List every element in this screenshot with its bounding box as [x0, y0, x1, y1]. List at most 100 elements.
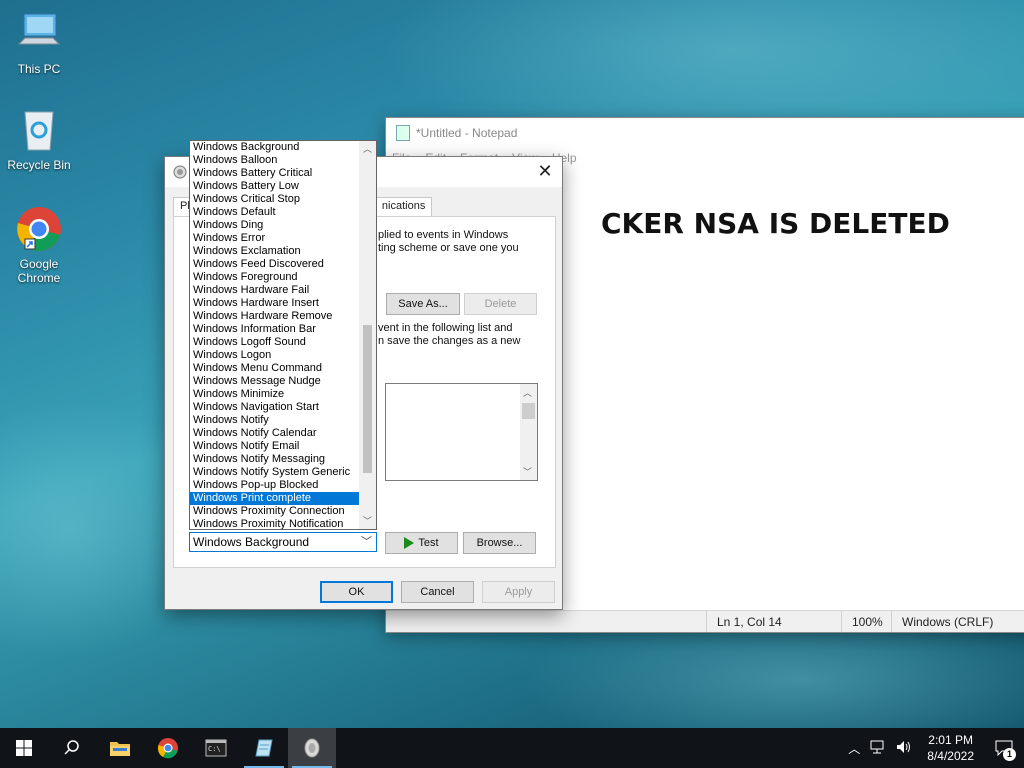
- scroll-down-icon[interactable]: ﹀: [359, 514, 376, 528]
- desktop-icon-label: Recycle Bin: [7, 158, 71, 172]
- dropdown-item[interactable]: Windows Default: [190, 206, 360, 219]
- clock-date: 8/4/2022: [927, 749, 974, 763]
- dropdown-item[interactable]: Windows Logoff Sound: [190, 336, 360, 349]
- dropdown-item[interactable]: Windows Notify Email: [190, 440, 360, 453]
- network-icon[interactable]: [865, 740, 891, 757]
- search-icon: [64, 740, 79, 755]
- svg-text:C:\: C:\: [208, 745, 221, 753]
- dropdown-item[interactable]: Windows Notify: [190, 414, 360, 427]
- notepad-icon: [255, 739, 273, 757]
- apply-button[interactable]: Apply: [482, 581, 555, 603]
- windows-logo-icon: [16, 740, 32, 756]
- play-icon: [404, 537, 415, 549]
- desktop-icon-label: This PC: [17, 62, 61, 76]
- test-button[interactable]: Test: [385, 532, 458, 554]
- chevron-up-icon[interactable]: ︿: [843, 740, 865, 757]
- recycle-bin-icon: [15, 106, 63, 154]
- sounds-dropdown-list[interactable]: Windows Background Windows Balloon Windows…: [189, 140, 377, 530]
- dropdown-item[interactable]: Windows Ding: [190, 219, 360, 232]
- status-zoom: 100%: [841, 611, 891, 632]
- cancel-button[interactable]: Cancel: [401, 581, 474, 603]
- dropdown-item[interactable]: Windows Error: [190, 232, 360, 245]
- program-events-list[interactable]: ︿ ﹀: [385, 383, 538, 481]
- save-as-button[interactable]: Save As...: [386, 293, 460, 315]
- taskbar-sound[interactable]: [288, 728, 336, 768]
- dropdown-item[interactable]: Windows Feed Discovered: [190, 258, 360, 271]
- scheme-description: plied to events in Windows ting scheme o…: [378, 229, 519, 254]
- dropdown-item[interactable]: Windows Background: [190, 141, 360, 154]
- search-button[interactable]: [48, 728, 96, 768]
- events-scrollbar[interactable]: ︿ ﹀: [520, 384, 537, 480]
- taskbar-terminal[interactable]: C:\: [192, 728, 240, 768]
- close-icon[interactable]: ✕: [534, 161, 556, 183]
- dropdown-item[interactable]: Windows Notify Calendar: [190, 427, 360, 440]
- notification-badge: 1: [1003, 748, 1016, 761]
- dropdown-item[interactable]: Windows Hardware Fail: [190, 284, 360, 297]
- scroll-up-icon[interactable]: ︿: [523, 386, 532, 399]
- speaker-icon: [304, 738, 320, 758]
- dropdown-item[interactable]: Windows Battery Low: [190, 180, 360, 193]
- dropdown-item[interactable]: Windows Hardware Insert: [190, 297, 360, 310]
- sounds-combobox[interactable]: Windows Background ﹀: [189, 532, 377, 552]
- action-center-button[interactable]: 1: [984, 728, 1024, 768]
- chrome-icon: [157, 738, 178, 759]
- dropdown-item[interactable]: Windows Proximity Notification: [190, 518, 360, 529]
- dropdown-item[interactable]: Windows Notify Messaging: [190, 453, 360, 466]
- folder-icon: [110, 742, 130, 756]
- dropdown-item[interactable]: Windows Navigation Start: [190, 401, 360, 414]
- dropdown-item[interactable]: Windows Information Bar: [190, 323, 360, 336]
- desktop-icon-chrome[interactable]: Google Chrome: [1, 205, 77, 285]
- status-line-ending: Windows (CRLF): [891, 611, 1011, 632]
- dropdown-item[interactable]: Windows Notify System Generic: [190, 466, 360, 479]
- system-tray: ︿ 2:01 PM 8/4/2022 1: [843, 728, 1024, 768]
- notepad-content: CKER NSA IS DELETED: [601, 207, 950, 240]
- taskbar-file-explorer[interactable]: [96, 728, 144, 768]
- browse-button[interactable]: Browse...: [463, 532, 536, 554]
- combo-value: Windows Background: [193, 535, 310, 549]
- status-position: Ln 1, Col 14: [706, 611, 841, 632]
- ok-button[interactable]: OK: [320, 581, 393, 603]
- notepad-statusbar: Ln 1, Col 14 100% Windows (CRLF): [386, 610, 1024, 632]
- delete-button[interactable]: Delete: [464, 293, 537, 315]
- dropdown-scrollbar[interactable]: ︿ ﹀: [359, 141, 376, 529]
- desktop-icon-label: Google Chrome: [17, 257, 61, 285]
- dropdown-item[interactable]: Windows Battery Critical: [190, 167, 360, 180]
- clock-time: 2:01 PM: [928, 733, 973, 747]
- events-description: vent in the following list and n save th…: [378, 322, 521, 347]
- dropdown-item[interactable]: Windows Exclamation: [190, 245, 360, 258]
- dropdown-item[interactable]: Windows Proximity Connection: [190, 505, 360, 518]
- chrome-icon: [15, 205, 63, 253]
- dropdown-item[interactable]: Windows Balloon: [190, 154, 360, 167]
- desktop-icon-this-pc[interactable]: This PC: [1, 10, 77, 76]
- start-button[interactable]: [0, 728, 48, 768]
- terminal-icon: C:\: [205, 739, 227, 757]
- dropdown-item[interactable]: Windows Logon: [190, 349, 360, 362]
- notepad-icon: [396, 125, 410, 141]
- scroll-up-icon[interactable]: ︿: [359, 142, 376, 156]
- taskbar-notepad[interactable]: [240, 728, 288, 768]
- taskbar: C:\ ︿ 2:01 PM 8/4/2022 1: [0, 728, 1024, 768]
- notepad-titlebar[interactable]: *Untitled - Notepad: [386, 118, 1024, 148]
- dropdown-item[interactable]: Windows Critical Stop: [190, 193, 360, 206]
- notepad-title: *Untitled - Notepad: [416, 126, 518, 140]
- dropdown-item[interactable]: Windows Pop-up Blocked: [190, 479, 360, 492]
- dropdown-item[interactable]: Windows Minimize: [190, 388, 360, 401]
- dropdown-item[interactable]: Windows Print complete: [190, 492, 360, 505]
- test-label: Test: [418, 537, 439, 549]
- computer-icon: [15, 10, 63, 58]
- taskbar-chrome[interactable]: [144, 728, 192, 768]
- tab-communications[interactable]: nications: [374, 197, 433, 217]
- events-scroll-thumb[interactable]: [522, 403, 535, 419]
- dropdown-item[interactable]: Windows Message Nudge: [190, 375, 360, 388]
- clock[interactable]: 2:01 PM 8/4/2022: [917, 732, 984, 764]
- volume-icon[interactable]: [891, 740, 917, 757]
- dropdown-item[interactable]: Windows Foreground: [190, 271, 360, 284]
- desktop-icon-recycle-bin[interactable]: Recycle Bin: [1, 106, 77, 172]
- speaker-icon: [173, 165, 187, 179]
- scroll-down-icon[interactable]: ﹀: [523, 465, 532, 478]
- dropdown-scroll-thumb[interactable]: [363, 325, 372, 473]
- chevron-down-icon: ﹀: [361, 536, 372, 548]
- dropdown-item[interactable]: Windows Hardware Remove: [190, 310, 360, 323]
- dropdown-item[interactable]: Windows Menu Command: [190, 362, 360, 375]
- dropdown-items: Windows Background Windows Balloon Windows…: [190, 141, 376, 529]
